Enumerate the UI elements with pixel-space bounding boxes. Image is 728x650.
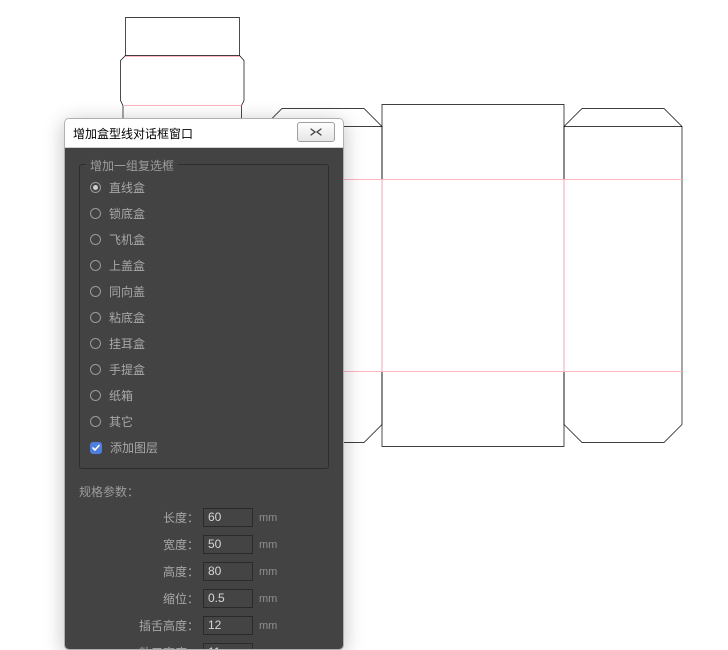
- radio-option-5[interactable]: 粘底盒: [90, 309, 318, 326]
- tuck-height-input[interactable]: 12: [203, 616, 253, 635]
- spec-row-length: 长度： 60 mm: [79, 508, 329, 527]
- radio-icon: [90, 208, 101, 219]
- checkbox-icon: [90, 442, 102, 454]
- radio-label: 飞机盒: [109, 231, 145, 248]
- radio-label: 锁底盒: [109, 205, 145, 222]
- radio-label: 粘底盒: [109, 309, 145, 326]
- radio-label: 直线盒: [109, 179, 145, 196]
- radio-option-8[interactable]: 纸箱: [90, 387, 318, 404]
- spec-unit: mm: [259, 620, 277, 632]
- radio-option-7[interactable]: 手提盒: [90, 361, 318, 378]
- spec-unit: mm: [259, 512, 277, 524]
- radio-label: 同向盖: [109, 283, 145, 300]
- spec-label: 高度：: [79, 563, 203, 580]
- radio-label: 手提盒: [109, 361, 145, 378]
- glue-width-input[interactable]: 11: [203, 643, 253, 649]
- radio-option-6[interactable]: 挂耳盒: [90, 335, 318, 352]
- radio-option-1[interactable]: 锁底盒: [90, 205, 318, 222]
- spec-label: 宽度：: [79, 536, 203, 553]
- dialog-body: 增加一组复选框 直线盒 锁底盒 飞机盒 上盖盒: [65, 148, 343, 649]
- spec-unit: mm: [259, 593, 277, 605]
- radio-option-9[interactable]: 其它: [90, 413, 318, 430]
- radio-icon: [90, 182, 101, 193]
- box-type-radio-list: 直线盒 锁底盒 飞机盒 上盖盒 同向盖: [90, 175, 318, 456]
- add-box-dieline-dialog: 增加盒型线对话框窗口 增加一组复选框 直线盒 锁底盒: [64, 118, 344, 650]
- spec-unit: mm: [259, 647, 277, 650]
- spec-label: 缩位：: [79, 590, 203, 607]
- box-type-group: 增加一组复选框 直线盒 锁底盒 飞机盒 上盖盒: [79, 164, 329, 469]
- spec-rows: 长度： 60 mm 宽度： 50 mm 高度： 80 mm 缩位： 0.5 mm…: [79, 508, 329, 649]
- radio-option-4[interactable]: 同向盖: [90, 283, 318, 300]
- dialog-title: 增加盒型线对话框窗口: [73, 125, 193, 142]
- spec-label: 长度：: [79, 509, 203, 526]
- radio-icon: [90, 390, 101, 401]
- radio-icon: [90, 312, 101, 323]
- close-button[interactable]: [297, 122, 335, 142]
- spec-section-title: 规格参数：: [79, 483, 329, 500]
- length-input[interactable]: 60: [203, 508, 253, 527]
- radio-icon: [90, 260, 101, 271]
- box-type-group-legend: 增加一组复选框: [86, 157, 178, 174]
- spec-label: 粘口宽度：: [79, 644, 203, 649]
- checkbox-label: 添加图层: [110, 439, 158, 456]
- radio-icon: [90, 416, 101, 427]
- radio-option-0[interactable]: 直线盒: [90, 179, 318, 196]
- spec-unit: mm: [259, 539, 277, 551]
- spec-label: 插舌高度：: [79, 617, 203, 634]
- radio-option-3[interactable]: 上盖盒: [90, 257, 318, 274]
- shrink-input[interactable]: 0.5: [203, 589, 253, 608]
- spec-row-height: 高度： 80 mm: [79, 562, 329, 581]
- height-input[interactable]: 80: [203, 562, 253, 581]
- radio-icon: [90, 338, 101, 349]
- spec-unit: mm: [259, 566, 277, 578]
- radio-icon: [90, 364, 101, 375]
- spec-row-shrink: 缩位： 0.5 mm: [79, 589, 329, 608]
- close-icon: [309, 128, 323, 136]
- width-input[interactable]: 50: [203, 535, 253, 554]
- spec-row-glue-width: 粘口宽度： 11 mm: [79, 643, 329, 649]
- radio-label: 其它: [109, 413, 133, 430]
- spec-row-tuck-height: 插舌高度： 12 mm: [79, 616, 329, 635]
- radio-label: 挂耳盒: [109, 335, 145, 352]
- dialog-titlebar[interactable]: 增加盒型线对话框窗口: [65, 119, 343, 148]
- radio-icon: [90, 286, 101, 297]
- radio-option-2[interactable]: 飞机盒: [90, 231, 318, 248]
- radio-label: 上盖盒: [109, 257, 145, 274]
- radio-icon: [90, 234, 101, 245]
- spec-row-width: 宽度： 50 mm: [79, 535, 329, 554]
- radio-label: 纸箱: [109, 387, 133, 404]
- add-layer-checkbox-row[interactable]: 添加图层: [90, 439, 318, 456]
